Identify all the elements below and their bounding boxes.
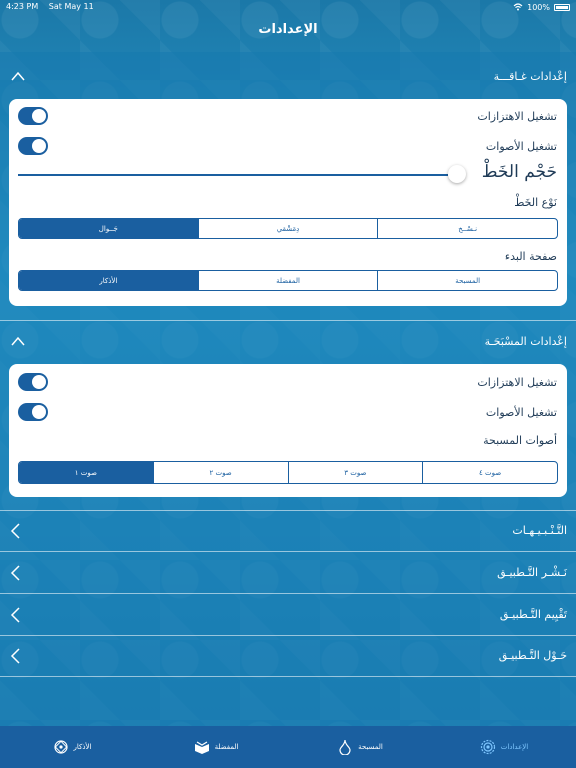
rosary-vibration-toggle[interactable] [18,373,48,391]
sound-option-2[interactable]: صوت ٢ [152,462,288,483]
font-size-slider-thumb[interactable] [448,165,466,183]
notifications-row[interactable]: التَّـنْـبـيـهـات [0,510,576,551]
general-sounds-label: تشغيل الأصوات [485,139,557,153]
tab-favorites[interactable]: المفضلة [144,726,288,768]
rosary-vibration-label: تشغيل الاهتزازات [477,375,557,389]
chevron-left-icon [10,522,20,539]
settings-gear-icon [480,739,495,755]
tab-rosary-label: المسبحة [358,743,383,751]
status-date: Sat May 11 [48,2,94,11]
font-type-option-jawal[interactable]: جَــوال [19,219,198,238]
sound-option-3[interactable]: صوت ٣ [287,462,423,483]
general-sounds-row: تشغيل الأصوات [18,135,557,157]
sound-option-1[interactable]: صوت ١ [19,462,153,483]
general-settings-title: إعْدادات غـاقـــة [493,69,567,83]
start-page-option-rosary[interactable]: المسبحة [377,271,557,290]
chevron-left-icon [10,606,20,623]
tab-settings[interactable]: الإعدادات [432,726,576,768]
wifi-icon [513,3,523,11]
general-vibration-row: تشغيل الاهتزازات [18,105,557,127]
font-type-label: نَوْع الخَطْ [514,196,557,209]
font-size-row: حَجْم الخَطْ [18,162,557,186]
status-bar: 4:23 PM Sat May 11 100% [0,0,576,12]
rosary-icon [339,739,351,755]
font-type-option-naskh[interactable]: نـسْــخ [377,219,557,238]
battery-icon [554,3,570,11]
divider [0,676,576,677]
rosary-sounds-toggle[interactable] [18,403,48,421]
favorite-book-icon [194,741,209,754]
rate-app-label: تَقْيِيم التَّـطبيـق [499,608,567,621]
share-app-row[interactable]: نَـشْـر التَّـطبيـق [0,552,576,593]
font-size-label: حَجْم الخَطْ [481,162,557,182]
settings-content[interactable]: إعْدادات غـاقـــة تشغيل الاهتزازات تشغيل… [0,52,576,726]
chevron-left-icon [10,564,20,581]
general-settings-card: تشغيل الاهتزازات تشغيل الأصوات حَجْم الخ… [9,99,567,306]
tab-settings-label: الإعدادات [500,743,529,751]
battery-percent: 100% [527,2,550,12]
rosary-settings-header[interactable]: إعْدادات المسْبَحَـة [0,321,576,361]
rosary-vibration-row: تشغيل الاهتزازات [18,371,557,393]
general-vibration-toggle[interactable] [18,107,48,125]
start-page-segmented[interactable]: الأذكار المفضلة المسبحة [18,270,558,291]
about-app-row[interactable]: حَـوْل التَّـطبيـق [0,635,576,676]
general-settings-header[interactable]: إعْدادات غـاقـــة [0,56,576,96]
general-sounds-toggle[interactable] [18,137,48,155]
about-app-label: حَـوْل التَّـطبيـق [498,649,567,662]
azkar-icon [53,740,68,754]
start-page-option-azkar[interactable]: الأذكار [19,271,198,290]
start-page-option-favorites[interactable]: المفضلة [197,271,378,290]
rosary-settings-title: إعْدادات المسْبَحَـة [484,334,567,348]
tab-rosary[interactable]: المسبحة [288,726,432,768]
rosary-sounds-label: تشغيل الأصوات [485,405,557,419]
tab-bar: الأذكار المفضلة المسبحة الإعدادات [0,726,576,768]
rosary-sound-segmented[interactable]: صوت ١ صوت ٢ صوت ٣ صوت ٤ [18,461,558,484]
rate-app-row[interactable]: تَقْيِيم التَّـطبيـق [0,594,576,635]
rosary-sounds-heading: أصوات المسبحة [483,434,557,447]
start-page-label: صفحة البدء [504,250,557,263]
font-type-segmented[interactable]: جَــوال دِمَشْقي نـسْــخ [18,218,558,239]
chevron-up-icon[interactable] [11,69,25,83]
tab-azkar-label: الأذكار [73,743,92,751]
rosary-sounds-row: تشغيل الأصوات [18,401,557,423]
tab-azkar[interactable]: الأذكار [0,726,144,768]
sound-option-4[interactable]: صوت ٤ [422,462,557,483]
tab-favorites-label: المفضلة [214,743,239,751]
chevron-up-icon[interactable] [11,334,25,348]
chevron-left-icon [10,647,20,664]
general-vibration-label: تشغيل الاهتزازات [477,109,557,123]
rosary-settings-card: تشغيل الاهتزازات تشغيل الأصوات أصوات الم… [9,364,567,497]
font-size-slider-track[interactable] [18,174,448,176]
share-app-label: نَـشْـر التَّـطبيـق [497,566,567,579]
page-title: الإعدادات [258,22,318,37]
font-type-option-dimashqi[interactable]: دِمَشْقي [197,219,378,238]
status-time: 4:23 PM [6,2,39,11]
notifications-label: التَّـنْـبـيـهـات [512,524,567,537]
